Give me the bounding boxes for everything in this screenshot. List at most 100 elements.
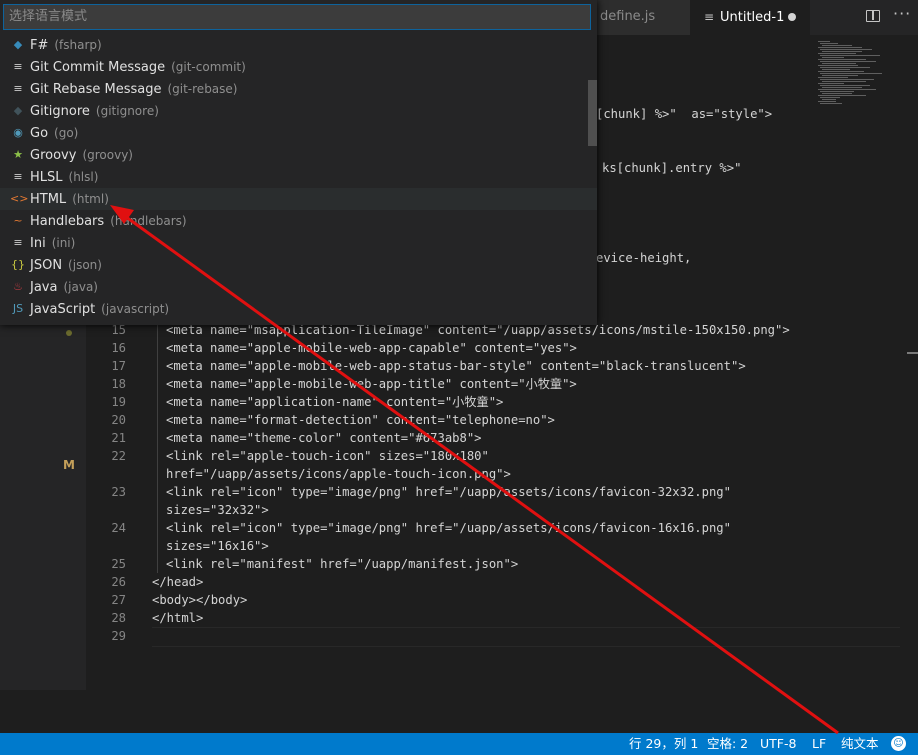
minimap-line bbox=[820, 67, 870, 68]
line-text: <link rel="apple-touch-icon" sizes="180x… bbox=[166, 449, 489, 463]
more-actions-icon[interactable]: ··· bbox=[893, 4, 911, 23]
language-id: (handlebars) bbox=[110, 214, 187, 228]
language-search-input[interactable]: 选择语言模式 bbox=[3, 4, 591, 30]
language-option[interactable]: ≡ Ini (ini) bbox=[0, 232, 597, 254]
line-number: 17 bbox=[111, 359, 126, 373]
language-option[interactable]: ◉ Go (go) bbox=[0, 122, 597, 144]
line-text: <link rel="icon" type="image/png" href="… bbox=[166, 521, 731, 535]
language-option[interactable]: ◆ F# (fsharp) bbox=[0, 34, 597, 56]
code-line: 16 <meta name="apple-mobile-web-app-capab… bbox=[86, 339, 916, 357]
line-text: </html> bbox=[152, 611, 204, 625]
code-fragment: ks[chunk].entry %>" bbox=[602, 161, 742, 175]
minimap-line bbox=[820, 85, 870, 86]
minimap-line bbox=[822, 45, 852, 46]
unsaved-dot-icon[interactable] bbox=[788, 13, 796, 21]
eol-setting[interactable]: LF bbox=[812, 733, 826, 755]
search-placeholder: 选择语言模式 bbox=[9, 9, 88, 24]
language-option[interactable]: ≡ Git Rebase Message (git-rebase) bbox=[0, 78, 597, 100]
sidebar-empty-area bbox=[0, 690, 86, 733]
code-line: href="/uapp/assets/icons/apple-touch-ico… bbox=[86, 465, 916, 483]
language-option-label: HTML (html) bbox=[30, 188, 109, 211]
language-name: Git Commit Message bbox=[30, 60, 166, 75]
code-fragment: [chunk] %>" as="style"> bbox=[596, 107, 773, 121]
minimap[interactable] bbox=[814, 35, 918, 115]
feedback-smiley-icon[interactable]: ☺ bbox=[891, 736, 906, 751]
line-text: <meta name="theme-color" content="#673ab… bbox=[166, 431, 482, 445]
language-option-label: Groovy (groovy) bbox=[30, 144, 133, 167]
language-option-label: Java (java) bbox=[30, 276, 98, 299]
minimap-line bbox=[820, 43, 838, 44]
language-id: (git-commit) bbox=[171, 60, 246, 74]
minimap-line bbox=[822, 99, 836, 100]
language-id: (go) bbox=[54, 126, 79, 140]
encoding-setting[interactable]: UTF-8 bbox=[760, 733, 796, 755]
code-line: 19 <meta name="application-name" content=… bbox=[86, 393, 916, 411]
language-option[interactable]: ≡ Git Commit Message (git-commit) bbox=[0, 56, 597, 78]
line-text: <meta name="apple-mobile-web-app-title" … bbox=[166, 377, 577, 391]
split-editor-icon[interactable] bbox=[866, 10, 880, 22]
language-option[interactable]: {} JSON (json) bbox=[0, 254, 597, 276]
language-option-label: JSON (json) bbox=[30, 254, 102, 277]
java-cup-icon: ♨ bbox=[13, 280, 23, 293]
language-option-label: Ini (ini) bbox=[30, 232, 75, 255]
code-line: 28 </html> bbox=[86, 609, 916, 627]
line-text: <meta name="format-detection" content="t… bbox=[166, 413, 555, 427]
language-name: Groovy bbox=[30, 148, 77, 163]
line-number: 26 bbox=[111, 575, 126, 589]
language-name: JavaScript bbox=[30, 302, 96, 317]
language-name: Git Rebase Message bbox=[30, 82, 162, 97]
lines-icon: ≡ bbox=[13, 82, 23, 95]
language-id: (json) bbox=[68, 258, 102, 272]
language-option[interactable]: ◆ Gitignore (gitignore) bbox=[0, 100, 597, 122]
language-id: (java) bbox=[63, 280, 98, 294]
language-option-label: Git Rebase Message (git-rebase) bbox=[30, 78, 237, 101]
language-name: Gitignore bbox=[30, 104, 90, 119]
list-scrollbar-thumb[interactable] bbox=[588, 80, 597, 146]
line-text: <body></body> bbox=[152, 593, 248, 607]
tab-define-js[interactable]: define.js bbox=[592, 0, 690, 35]
language-id: (gitignore) bbox=[95, 104, 159, 118]
code-line: 23 <link rel="icon" type="image/png" href… bbox=[86, 483, 916, 501]
language-name: HLSL bbox=[30, 170, 63, 185]
language-mode-button[interactable]: 纯文本 bbox=[841, 733, 879, 755]
cursor-position[interactable]: 行 29，列 1 bbox=[629, 733, 698, 755]
line-number: 24 bbox=[111, 521, 126, 535]
language-option[interactable]: ~ Handlebars (handlebars) bbox=[0, 210, 597, 232]
language-option[interactable]: JS JavaScript (javascript) bbox=[0, 298, 597, 320]
fsharp-icon: ◆ bbox=[13, 38, 23, 51]
line-number: 25 bbox=[111, 557, 126, 571]
language-option[interactable]: ♨ Java (java) bbox=[0, 276, 597, 298]
minimap-line bbox=[818, 59, 866, 60]
language-name: Go bbox=[30, 126, 49, 141]
language-id: (javascript) bbox=[101, 302, 170, 316]
indentation-setting[interactable]: 空格: 2 bbox=[707, 733, 748, 755]
lines-icon: ≡ bbox=[13, 60, 23, 73]
go-gopher-icon: ◉ bbox=[13, 126, 23, 139]
minimap-line bbox=[820, 103, 842, 104]
indent-guide bbox=[157, 321, 158, 573]
language-option-label: F# (fsharp) bbox=[30, 34, 102, 57]
minimap-line bbox=[822, 51, 862, 52]
minimap-line bbox=[822, 81, 866, 82]
line-number: 27 bbox=[111, 593, 126, 607]
language-option[interactable]: <> HTML (html) bbox=[0, 188, 597, 210]
line-number: 18 bbox=[111, 377, 126, 391]
line-number: 22 bbox=[111, 449, 126, 463]
line-number: 19 bbox=[111, 395, 126, 409]
language-option-label: Gitignore (gitignore) bbox=[30, 100, 159, 123]
plain-text-file-icon: ≡ bbox=[704, 10, 715, 24]
code-line: 22 <link rel="apple-touch-icon" sizes="18… bbox=[86, 447, 916, 465]
minimap-line bbox=[820, 49, 872, 50]
minimap-line bbox=[822, 93, 852, 94]
minimap-line bbox=[822, 87, 862, 88]
scrollbar-marker[interactable] bbox=[907, 352, 918, 354]
js-icon: JS bbox=[12, 302, 24, 315]
diamond-icon: ◆ bbox=[13, 104, 23, 117]
minimap-line bbox=[820, 55, 880, 56]
language-option[interactable]: ≡ HLSL (hlsl) bbox=[0, 166, 597, 188]
language-option[interactable]: ★ Groovy (groovy) bbox=[0, 144, 597, 166]
line-text: <meta name="application-name" content="小… bbox=[166, 395, 504, 409]
code-line: 20 <meta name="format-detection" content=… bbox=[86, 411, 916, 429]
tab-untitled-1[interactable]: ≡ Untitled-1 bbox=[690, 0, 810, 35]
minimap-line bbox=[818, 53, 856, 54]
